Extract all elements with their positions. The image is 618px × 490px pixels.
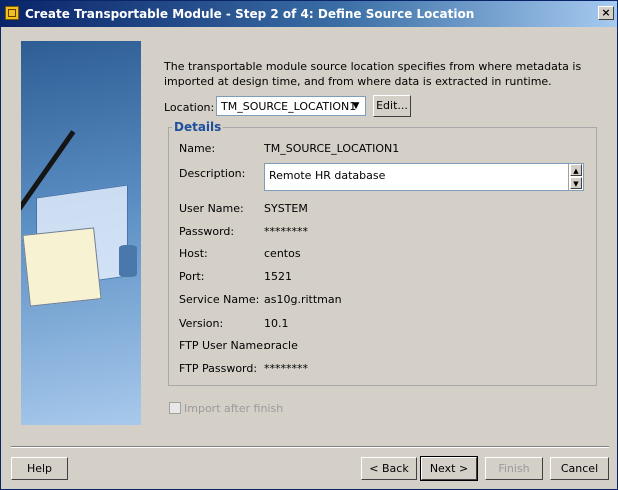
user-name-value: SYSTEM [264,202,308,215]
scroll-down-icon[interactable]: ▼ [570,177,582,189]
help-button[interactable]: Help [11,457,68,480]
cancel-button[interactable]: Cancel [550,457,609,480]
ftp-user-name-value: oracle [264,339,298,352]
name-label: Name: [179,142,216,155]
password-value: ******** [264,225,308,238]
app-icon [5,6,19,20]
description-scrollbar[interactable]: ▲ ▼ [568,164,583,190]
password-label: Password: [179,225,235,238]
ftp-password-label: FTP Password: [179,362,258,375]
next-button[interactable]: Next > [420,456,478,481]
title-bar[interactable]: Create Transportable Module - Step 2 of … [1,1,617,27]
import-after-finish-label: Import after finish [184,402,284,415]
ftp-user-name-label: FTP User Name: [179,339,267,352]
edit-location-button[interactable]: Edit... [373,95,411,117]
port-label: Port: [179,270,205,283]
location-label: Location: [164,101,215,114]
finish-button[interactable]: Finish [485,457,543,480]
details-title: Details [172,120,224,134]
host-value: centos [264,247,301,260]
version-value: 10.1 [264,317,289,330]
port-value: 1521 [264,270,292,283]
wizard-illustration [21,41,141,425]
name-value: TM_SOURCE_LOCATION1 [264,142,400,155]
database-icon [119,245,137,277]
service-name-value: as10g.rittman [264,293,342,306]
dialog-window: Create Transportable Module - Step 2 of … [0,0,618,490]
location-select[interactable]: TM_SOURCE_LOCATION1 ▼ [216,96,366,116]
illustration-sheet [22,227,102,307]
import-after-finish-checkbox[interactable] [169,402,181,414]
scroll-up-icon[interactable]: ▲ [570,164,582,176]
back-button[interactable]: < Back [361,457,417,480]
description-value: Remote HR database [269,169,386,182]
service-name-label: Service Name: [179,293,260,306]
host-label: Host: [179,247,208,260]
footer-divider-highlight [11,447,609,448]
ftp-password-value: ******** [264,362,308,375]
step-description: The transportable module source location… [164,60,582,88]
location-selected-value: TM_SOURCE_LOCATION1 [221,100,357,113]
version-label: Version: [179,317,224,330]
dropdown-arrow-icon[interactable]: ▼ [350,100,362,112]
description-field[interactable]: Remote HR database ▲ ▼ [264,163,584,191]
window-title: Create Transportable Module - Step 2 of … [25,7,475,21]
description-label: Description: [179,167,246,180]
close-button[interactable]: × [598,6,614,20]
user-name-label: User Name: [179,202,244,215]
